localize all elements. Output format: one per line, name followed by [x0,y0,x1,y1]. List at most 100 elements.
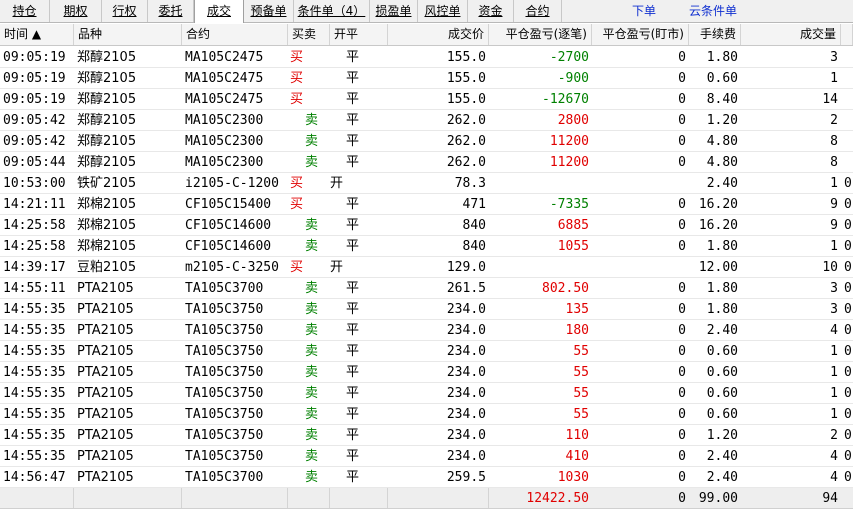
col-header-time[interactable]: 时间 ▲ [0,24,74,45]
cell-pnl-daily: 0 [678,407,686,422]
cell-buysell: 卖 [305,365,319,380]
tab-conditional-orders[interactable]: 条件单（4） [294,0,370,22]
col-header-product[interactable]: 品种 [74,24,182,45]
table-row[interactable]: 14:55:35 PTA2105 TA105C3750 卖 平 234.0 135 0 1.80… [0,299,853,320]
cell-pnl-daily: 0 [678,197,686,212]
cell-pnl-daily: 0 [678,113,686,128]
tab-positions[interactable]: 持仓 [0,0,50,22]
cell-pnl-trade: -7335 [549,197,589,212]
table-row[interactable]: 09:05:19 郑醇2105 MA105C2475 买 平 155.0 -12670 0 8.… [0,89,853,110]
cell-pnl-daily: 0 [678,71,686,86]
col-header-fee[interactable]: 手续费 [689,24,741,45]
table-row[interactable]: 14:55:35 PTA2105 TA105C3750 卖 平 234.0 410 0 2.40… [0,446,853,467]
table-row[interactable]: 14:56:47 PTA2105 TA105C3700 卖 平 259.5 1030 0 2.4… [0,467,853,488]
cell-buysell: 卖 [305,449,319,464]
col-header-price[interactable]: 成交价 [388,24,489,45]
table-row[interactable]: 09:05:42 郑醇2105 MA105C2300 卖 平 262.0 11200 0 4.8… [0,131,853,152]
table-row[interactable]: 09:05:19 郑醇2105 MA105C2475 买 平 155.0 -900 0 0.60… [0,68,853,89]
table-row[interactable]: 14:55:35 PTA2105 TA105C3750 卖 平 234.0 180 0 2.40… [0,320,853,341]
cell-openclose: 平 [346,113,360,128]
cell-openclose: 平 [346,407,360,422]
cell-contract: MA105C2475 [185,71,264,86]
tab-risk-orders[interactable]: 风控单 [418,0,468,22]
tab-label: 合约 [525,4,550,18]
cell-contract: MA105C2300 [185,134,264,149]
cell-volume: 3 [830,50,838,65]
tab-label: 资金 [478,4,503,18]
table-row[interactable]: 09:05:42 郑醇2105 MA105C2300 卖 平 262.0 2800 0 1.20… [0,110,853,131]
cell-extra: 0 [844,365,852,380]
table-row[interactable]: 14:39:17 豆粕2105 m2105-C-3250 买 开 129.0 12.00 10… [0,257,853,278]
col-header-pnl-daily[interactable]: 平仓盈亏(盯市) [592,24,689,45]
table-row[interactable]: 14:55:35 PTA2105 TA105C3750 卖 平 234.0 110 0 1.20… [0,425,853,446]
cell-fee: 16.20 [698,197,738,212]
tab-orders[interactable]: 委托 [148,0,194,22]
tab-stop-orders[interactable]: 损盈单 [370,0,418,22]
cell-fee: 2.40 [706,470,738,485]
table-header: 时间 ▲ 品种 合约 买卖 开平 成交价 平仓盈亏(逐笔) 平仓盈亏(盯市) 手… [0,24,853,46]
table-row[interactable]: 09:05:44 郑醇2105 MA105C2300 卖 平 262.0 11200 0 4.8… [0,152,853,173]
cell-pnl-daily: 0 [678,218,686,233]
tab-trades[interactable]: 成交 [194,0,244,23]
cell-contract: TA105C3750 [185,386,264,401]
cell-pnl-trade: -900 [557,71,589,86]
tab-label: 条件单（4） [297,4,366,18]
cell-openclose: 平 [346,155,360,170]
cell-extra: 0 [844,407,852,422]
table-row[interactable]: 14:25:58 郑棉2105 CF105C14600 卖 平 840 6885 0 16.20… [0,215,853,236]
table-row[interactable]: 10:53:00 铁矿2105 i2105-C-1200 买 开 78.3 2.40 1 0 [0,173,853,194]
cell-time: 14:56:47 [3,470,66,485]
tab-label: 风控单 [424,4,461,18]
cell-contract: TA105C3750 [185,302,264,317]
cell-product: 郑醇2105 [77,92,137,107]
cell-fee: 0.60 [706,386,738,401]
col-header-pnl-trade[interactable]: 平仓盈亏(逐笔) [489,24,592,45]
table-row[interactable]: 14:55:35 PTA2105 TA105C3750 卖 平 234.0 55 0 0.60 1… [0,362,853,383]
table-row[interactable]: 14:21:11 郑棉2105 CF105C15400 买 平 471 -7335 0 16.2… [0,194,853,215]
cell-buysell: 买 [290,260,304,275]
table-row[interactable]: 14:55:11 PTA2105 TA105C3700 卖 平 261.5 802.50 0 1… [0,278,853,299]
tab-preorders[interactable]: 预备单 [244,0,294,22]
cell-product: 豆粕2105 [77,260,137,275]
cell-time: 14:55:11 [3,281,66,296]
cell-product: PTA2105 [77,302,134,317]
tab-funds[interactable]: 资金 [468,0,514,22]
cell-contract: MA105C2475 [185,92,264,107]
cell-openclose: 平 [346,197,360,212]
cell-extra: 0 [844,176,852,191]
cell-openclose: 平 [346,281,360,296]
tab-exercise[interactable]: 行权 [102,0,148,22]
cell-price: 234.0 [446,407,486,422]
tab-contracts[interactable]: 合约 [514,0,562,22]
table-row[interactable]: 14:55:35 PTA2105 TA105C3750 卖 平 234.0 55 0 0.60 1… [0,341,853,362]
cell-pnl-trade: 2800 [557,113,589,128]
cell-time: 09:05:19 [3,71,66,86]
cell-buysell: 卖 [305,344,319,359]
summary-pnl-trade: 12422.50 [526,491,589,506]
col-header-contract[interactable]: 合约 [182,24,288,45]
tab-options[interactable]: 期权 [50,0,102,22]
col-header-volume[interactable]: 成交量 [741,24,841,45]
place-order-link[interactable]: 下单 [632,0,656,22]
cell-price: 155.0 [446,50,486,65]
cell-pnl-trade: 55 [573,365,589,380]
cloud-conditional-order-link[interactable]: 云条件单 [689,0,737,22]
cell-price: 234.0 [446,302,486,317]
cell-pnl-trade: 135 [565,302,589,317]
cell-openclose: 平 [346,50,360,65]
cell-extra: 0 [844,386,852,401]
cell-time: 09:05:42 [3,113,66,128]
table-row[interactable]: 14:55:35 PTA2105 TA105C3750 卖 平 234.0 55 0 0.60 1… [0,404,853,425]
cell-pnl-daily: 0 [678,344,686,359]
cell-pnl-trade: 55 [573,407,589,422]
col-header-extra[interactable] [841,24,853,45]
cell-contract: CF105C15400 [185,197,272,212]
col-header-openclose[interactable]: 开平 [330,24,388,45]
tab-label: 损盈单 [375,4,412,18]
table-row[interactable]: 14:25:58 郑棉2105 CF105C14600 卖 平 840 1055 0 1.80 1… [0,236,853,257]
cell-price: 234.0 [446,449,486,464]
table-row[interactable]: 09:05:19 郑醇2105 MA105C2475 买 平 155.0 -2700 0 1.8… [0,47,853,68]
table-row[interactable]: 14:55:35 PTA2105 TA105C3750 卖 平 234.0 55 0 0.60 1… [0,383,853,404]
cell-time: 09:05:19 [3,50,66,65]
col-header-buysell[interactable]: 买卖 [288,24,330,45]
